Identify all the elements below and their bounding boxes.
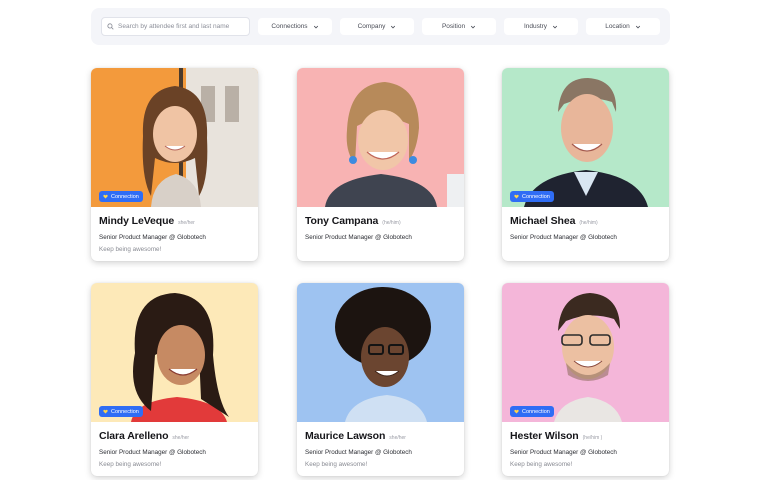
attendee-pronouns: (he/him) [579,220,598,226]
chevron-down-icon [635,25,640,28]
attendee-bio: Keep being awesome! [99,246,162,253]
attendee-photo: Connection [502,283,669,422]
search-input[interactable] [118,23,244,30]
attendee-name: Michael Shea [510,215,576,227]
attendee-pronouns: she/her [172,435,190,441]
attendee-pronouns: (he/him) [382,220,401,226]
attendee-role: Senior Product Manager @ Globotech [510,449,617,456]
attendee-role: Senior Product Manager @ Globotech [510,234,617,241]
attendee-photo: Connection [91,68,258,207]
attendee-bio: Keep being awesome! [510,461,573,468]
connection-badge: Connection [99,406,143,417]
attendee-card[interactable]: Connection Hester Wilson (he/him ) Senio… [502,283,669,476]
attendee-pronouns: (he/him ) [582,435,603,441]
badge-label: Connection [522,408,550,415]
portrait-image [91,68,258,207]
badge-label: Connection [111,408,139,415]
attendee-name: Clara Arelleno [99,430,169,442]
portrait-image [297,68,464,207]
badge-label: Connection [111,193,139,200]
filter-label: Industry [523,23,548,30]
attendee-bio: Keep being awesome! [99,461,162,468]
filter-label: Company [357,23,386,30]
search-icon [107,23,114,30]
connection-badge: Connection [510,191,554,202]
filter-location[interactable]: Location [586,18,660,35]
chevron-down-icon [313,25,318,28]
attendee-bio: Keep being awesome! [305,461,368,468]
connection-badge: Connection [99,191,143,202]
attendee-card[interactable]: Maurice Lawson she/her Senior Product Ma… [297,283,464,476]
attendee-role: Senior Product Manager @ Globotech [99,234,206,241]
attendee-card[interactable]: Tony Campana (he/him) Senior Product Man… [297,68,464,261]
attendee-photo [297,68,464,207]
filter-label: Location [605,23,630,30]
heart-icon [514,409,519,414]
search-box[interactable] [101,17,250,36]
attendee-pronouns: she/her [178,220,195,226]
portrait-image [502,283,669,422]
filter-label: Connections [271,23,308,30]
chevron-down-icon [470,25,476,28]
attendee-card[interactable]: Connection Mindy LeVeque she/her Senior … [91,68,258,261]
chevron-down-icon [391,25,396,28]
portrait-image [502,68,669,207]
attendee-name: Hester Wilson [510,430,579,442]
heart-icon [103,409,108,414]
chevron-down-icon [552,25,558,28]
portrait-image [297,283,464,422]
attendee-name: Tony Campana [305,215,379,227]
attendee-pronouns: she/her [389,435,406,441]
attendee-role: Senior Product Manager @ Globotech [305,234,412,241]
filter-position[interactable]: Position [422,18,496,35]
attendee-photo: Connection [502,68,669,207]
attendee-photo [297,283,464,422]
heart-icon [514,194,519,199]
attendee-role: Senior Product Manager @ Globotech [305,449,412,456]
attendee-card[interactable]: Connection Clara Arelleno she/her Senior… [91,283,258,476]
filter-industry[interactable]: Industry [504,18,578,35]
badge-label: Connection [522,193,550,200]
attendee-photo: Connection [91,283,258,422]
heart-icon [103,194,108,199]
filter-label: Position [441,23,466,30]
filter-connections[interactable]: Connections [258,18,332,35]
attendee-name: Mindy LeVeque [99,215,175,227]
connection-badge: Connection [510,406,554,417]
portrait-image [91,283,258,422]
attendee-role: Senior Product Manager @ Globotech [99,449,206,456]
filter-bar: Connections Company Position Industry Lo… [91,8,670,45]
attendee-card[interactable]: Connection Michael Shea (he/him) Senior … [502,68,669,261]
filter-company[interactable]: Company [340,18,414,35]
attendee-name: Maurice Lawson [305,430,386,442]
